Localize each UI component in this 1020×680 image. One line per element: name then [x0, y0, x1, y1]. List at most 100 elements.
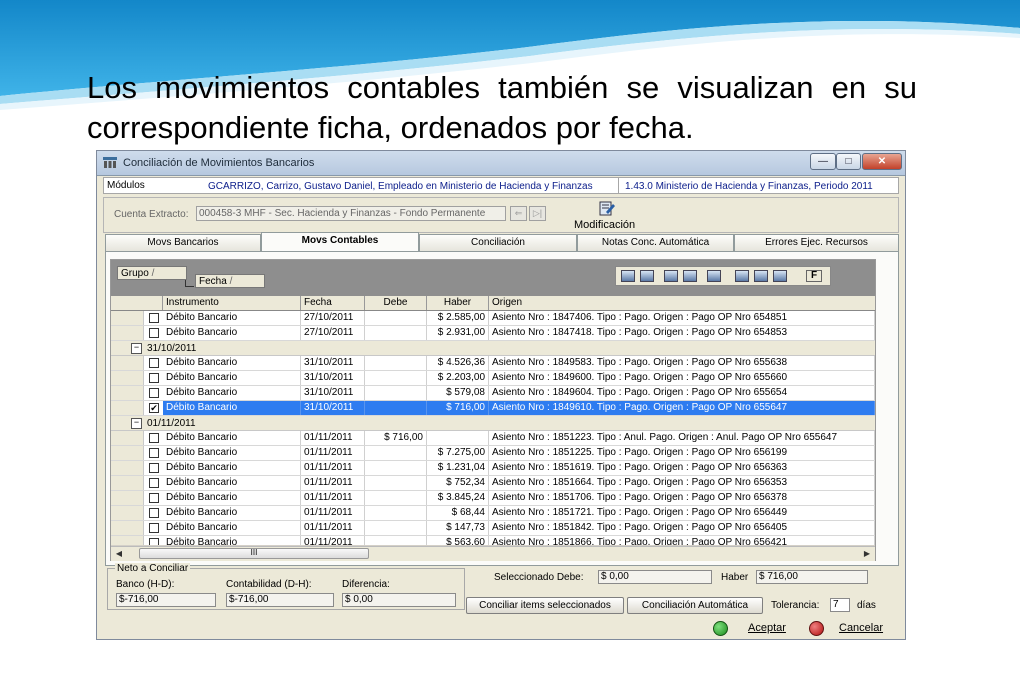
- title-bar[interactable]: Conciliación de Movimientos Bancarios — …: [97, 151, 905, 176]
- table-row[interactable]: Débito Bancario 31/10/2011 $ 4.526,36 Asien…: [111, 356, 875, 371]
- cell-haber: $ 2.203,00: [427, 371, 489, 385]
- row-checkbox[interactable]: [149, 328, 159, 338]
- row-checkbox[interactable]: [149, 538, 159, 545]
- cell-debe: [365, 461, 427, 475]
- cell-fecha: 01/11/2011: [301, 506, 365, 520]
- column-left-icon[interactable]: [664, 270, 678, 282]
- header-debe[interactable]: Debe: [365, 296, 427, 310]
- row-checkbox[interactable]: [149, 358, 159, 368]
- aceptar-button[interactable]: Aceptar: [711, 619, 795, 637]
- cell-instrumento: Débito Bancario: [163, 326, 301, 340]
- cell-origen: Asiento Nro : 1849604. Tipo : Pago. Orig…: [489, 386, 875, 400]
- row-checkbox[interactable]: [149, 508, 159, 518]
- cell-debe: [365, 446, 427, 460]
- header-fecha[interactable]: Fecha: [301, 296, 365, 310]
- row-checkbox[interactable]: ✔: [149, 403, 159, 413]
- minimize-button[interactable]: —: [810, 153, 836, 170]
- table-row[interactable]: Débito Bancario 01/11/2011 $ 752,34 Asiento…: [111, 476, 875, 491]
- horizontal-scrollbar[interactable]: ◀ III ▶: [111, 546, 875, 561]
- modules-menu[interactable]: Módulos: [107, 180, 145, 191]
- cell-haber: $ 68,44: [427, 506, 489, 520]
- column-resize-icon[interactable]: [707, 270, 721, 282]
- collapse-icon[interactable]: −: [131, 343, 142, 354]
- group-chip-fecha[interactable]: Fecha /: [195, 274, 265, 288]
- tab-notas-conc-automatica[interactable]: Notas Conc. Automática: [577, 234, 734, 251]
- filter-icon[interactable]: F: [806, 270, 822, 282]
- cell-debe: [365, 371, 427, 385]
- row-checkbox[interactable]: [149, 463, 159, 473]
- sort-glyph: /: [229, 276, 233, 287]
- divider: [618, 178, 619, 193]
- row-checkbox[interactable]: [149, 373, 159, 383]
- cancelar-label: Cancelar: [839, 622, 884, 634]
- scroll-thumb[interactable]: III: [139, 548, 369, 559]
- undo-icon[interactable]: [640, 270, 654, 282]
- group-chip-grupo[interactable]: Grupo /: [117, 266, 187, 280]
- cancelar-button[interactable]: Cancelar: [807, 619, 891, 637]
- table-row[interactable]: Débito Bancario 27/10/2011 $ 2.931,00 Asien…: [111, 326, 875, 341]
- thumb-grip: III: [250, 548, 258, 557]
- prev-icon[interactable]: ⇐: [510, 206, 527, 221]
- sort-glyph: /: [151, 268, 155, 279]
- cell-origen: Asiento Nro : 1851706. Tipo : Pago. Orig…: [489, 491, 875, 505]
- table-row[interactable]: Débito Bancario 27/10/2011 $ 2.585,00 Asien…: [111, 311, 875, 326]
- tolerancia-input[interactable]: 7: [830, 598, 850, 612]
- table-row[interactable]: Débito Bancario 01/11/2011 $ 3.845,24 Asien…: [111, 491, 875, 506]
- row-checkbox[interactable]: [149, 478, 159, 488]
- chip-label: Grupo: [121, 268, 149, 279]
- group-row[interactable]: −31/10/2011: [111, 341, 875, 356]
- conciliar-items-button[interactable]: Conciliar items seleccionados: [466, 597, 624, 614]
- table-row[interactable]: Débito Bancario 01/11/2011 $ 716,00 Asiento…: [111, 431, 875, 446]
- table-row[interactable]: Débito Bancario 01/11/2011 $ 7.275,00 Asien…: [111, 446, 875, 461]
- cell-haber: $ 752,34: [427, 476, 489, 490]
- scroll-left-icon[interactable]: ◀: [113, 548, 125, 559]
- table-row[interactable]: Débito Bancario 01/11/2011 $ 147,73 Asiento…: [111, 521, 875, 536]
- cell-fecha: 01/11/2011: [301, 431, 365, 445]
- close-button[interactable]: ✕: [862, 153, 902, 170]
- cell-instrumento: Débito Bancario: [163, 356, 301, 370]
- row-checkbox[interactable]: [149, 433, 159, 443]
- row-gutter: [111, 461, 144, 475]
- header-origen[interactable]: Origen: [489, 296, 875, 310]
- cell-instrumento: Débito Bancario: [163, 536, 301, 545]
- last-icon[interactable]: ▷|: [529, 206, 546, 221]
- tab-conciliacion[interactable]: Conciliación: [419, 234, 577, 251]
- cell-origen: Asiento Nro : 1851721. Tipo : Pago. Orig…: [489, 506, 875, 520]
- row-checkbox[interactable]: [149, 388, 159, 398]
- table-row[interactable]: Débito Bancario 01/11/2011 $ 563,60 Asiento…: [111, 536, 875, 545]
- export-icon[interactable]: [754, 270, 768, 282]
- tab-movs-contables[interactable]: Movs Contables: [261, 232, 419, 251]
- table-row[interactable]: Débito Bancario 31/10/2011 $ 579,08 Asiento…: [111, 386, 875, 401]
- account-field[interactable]: 000458-3 MHF - Sec. Hacienda y Finanzas …: [196, 206, 506, 221]
- tab-movs-bancarios[interactable]: Movs Bancarios: [105, 234, 261, 251]
- cell-instrumento: Débito Bancario: [163, 521, 301, 535]
- tab-errores-ejec-recursos[interactable]: Errores Ejec. Recursos: [734, 234, 899, 251]
- edit-icon[interactable]: [598, 201, 616, 216]
- print-icon[interactable]: [735, 270, 749, 282]
- modules-bar: Módulos GCARRIZO, Carrizo, Gustavo Danie…: [103, 177, 899, 194]
- contabilidad-value: $-716,00: [226, 593, 334, 607]
- cell-origen: Asiento Nro : 1851223. Tipo : Anul. Pago…: [489, 431, 875, 445]
- row-checkbox[interactable]: [149, 523, 159, 533]
- collapse-icon[interactable]: −: [131, 418, 142, 429]
- chip-label: Fecha: [199, 276, 227, 287]
- modificacion-button[interactable]: Modificación: [574, 219, 635, 231]
- table-row[interactable]: Débito Bancario 01/11/2011 $ 1.231,04 Asien…: [111, 461, 875, 476]
- row-checkbox[interactable]: [149, 313, 159, 323]
- group-row[interactable]: −01/11/2011: [111, 416, 875, 431]
- header-instrumento[interactable]: Instrumento: [163, 296, 301, 310]
- column-split-icon[interactable]: [683, 270, 697, 282]
- scroll-right-icon[interactable]: ▶: [861, 548, 873, 559]
- header-haber[interactable]: Haber: [427, 296, 489, 310]
- conciliacion-automatica-button[interactable]: Conciliación Automática: [627, 597, 763, 614]
- banco-label: Banco (H-D):: [116, 579, 175, 590]
- grid-icon[interactable]: [621, 270, 635, 282]
- copy-icon[interactable]: [773, 270, 787, 282]
- row-checkbox[interactable]: [149, 448, 159, 458]
- table-row[interactable]: ✔ Débito Bancario 31/10/2011 $ 716,00 Asient…: [111, 401, 875, 416]
- seleccionado-debe-label: Seleccionado Debe:: [494, 572, 584, 583]
- table-row[interactable]: Débito Bancario 01/11/2011 $ 68,44 Asiento …: [111, 506, 875, 521]
- maximize-button[interactable]: □: [836, 153, 861, 170]
- row-checkbox[interactable]: [149, 493, 159, 503]
- table-row[interactable]: Débito Bancario 31/10/2011 $ 2.203,00 Asien…: [111, 371, 875, 386]
